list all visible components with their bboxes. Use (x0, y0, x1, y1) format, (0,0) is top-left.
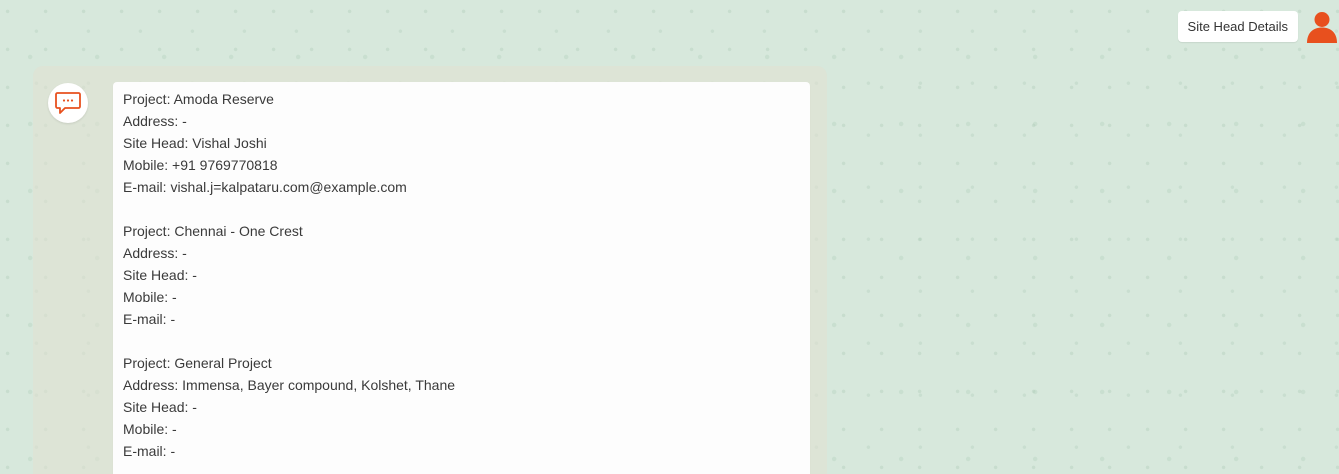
project-address: Address: Immensa, Bayer compound, Kolshe… (123, 377, 456, 393)
project-email: E-mail: vishal.j=kalpataru.com@example.c… (123, 179, 407, 195)
project-mobile: Mobile: - (123, 289, 177, 305)
project-mobile: Mobile: - (123, 421, 177, 437)
user-message-row: Site Head Details (1177, 11, 1339, 43)
project-name: Project: Amoda Reserve (123, 91, 274, 107)
bot-message-bubble: Project: Amoda Reserve Address: - Site H… (113, 82, 810, 474)
project-mobile: Mobile: +91 9769770818 (123, 157, 278, 173)
project-site-head: Site Head: - (123, 399, 197, 415)
project-address: Address: - (123, 113, 187, 129)
project-site-head: Site Head: Vishal Joshi (123, 135, 267, 151)
project-entry-amoda-reserve: Project: Amoda Reserve Address: - Site H… (123, 88, 800, 198)
project-name: Project: Chennai - One Crest (123, 223, 303, 239)
project-entry-general-project: Project: General Project Address: Immens… (123, 352, 800, 462)
chat-bubble-icon (55, 92, 81, 114)
user-message-bubble[interactable]: Site Head Details (1177, 11, 1298, 42)
person-icon (1307, 12, 1337, 43)
project-address: Address: - (123, 245, 187, 261)
project-site-head: Site Head: - (123, 267, 197, 283)
project-entry-chennai-one-crest: Project: Chennai - One Crest Address: - … (123, 220, 800, 330)
project-email: E-mail: - (123, 311, 176, 327)
bot-avatar (48, 83, 88, 123)
project-email: E-mail: - (123, 443, 176, 459)
project-name: Project: General Project (123, 355, 272, 371)
